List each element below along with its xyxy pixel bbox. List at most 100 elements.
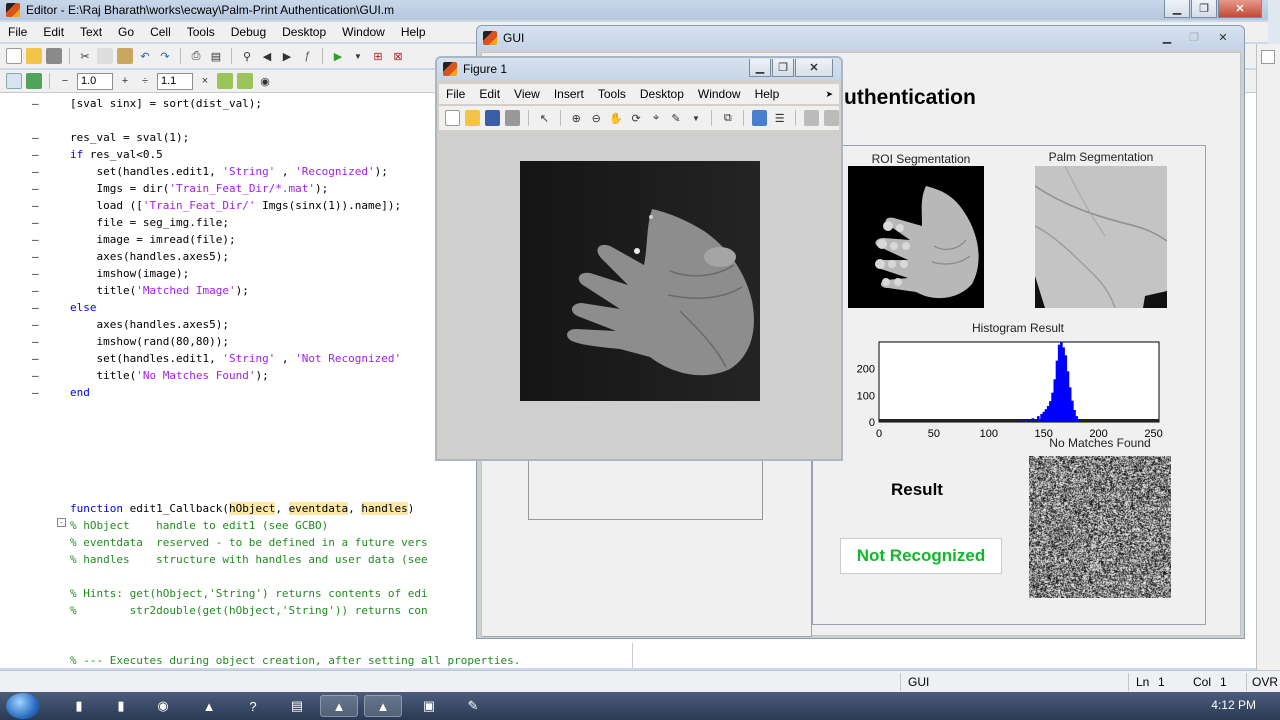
help-icon[interactable]: ◉ bbox=[257, 73, 273, 89]
open-file-icon[interactable] bbox=[465, 110, 481, 126]
find-icon[interactable]: ⚲ bbox=[239, 48, 255, 64]
breakpoint-marker[interactable]: – bbox=[32, 301, 39, 314]
new-file-icon[interactable] bbox=[6, 48, 22, 64]
start-button[interactable] bbox=[6, 693, 40, 719]
increment-button[interactable]: + bbox=[117, 73, 133, 89]
paste-icon[interactable] bbox=[117, 48, 133, 64]
zoom-out-icon[interactable]: ⊖ bbox=[589, 110, 604, 126]
decrement-button[interactable]: − bbox=[57, 73, 73, 89]
fig-menu-insert[interactable]: Insert bbox=[547, 87, 591, 101]
undo-icon[interactable]: ↶ bbox=[137, 48, 153, 64]
edit-plot-icon[interactable]: ↖ bbox=[537, 110, 552, 126]
close-button[interactable]: ✕ bbox=[1218, 0, 1262, 18]
cell-action-icon-2[interactable] bbox=[237, 73, 253, 89]
print-options-icon[interactable]: ▤ bbox=[208, 48, 224, 64]
cell-action-icon-1[interactable] bbox=[217, 73, 233, 89]
breakpoint-marker[interactable]: – bbox=[32, 148, 39, 161]
breakpoint-marker[interactable]: – bbox=[32, 267, 39, 280]
breakpoint-marker[interactable]: – bbox=[32, 250, 39, 263]
breakpoint-marker[interactable]: – bbox=[32, 216, 39, 229]
colorbar-icon[interactable] bbox=[752, 110, 768, 126]
taskbar-pdf-icon[interactable]: ▣ bbox=[410, 695, 448, 717]
save-icon[interactable] bbox=[46, 48, 62, 64]
result-textbox[interactable]: Not Recognized bbox=[840, 538, 1002, 574]
data-cursor-icon[interactable]: ⌖ bbox=[649, 110, 664, 126]
divide-button[interactable]: ÷ bbox=[137, 73, 153, 89]
taskbar-chrome-icon[interactable]: ◉ bbox=[144, 695, 182, 717]
cell-value-input-1[interactable]: 1.0 bbox=[77, 72, 113, 90]
fig-menu-file[interactable]: File bbox=[439, 87, 472, 101]
taskbar-paint-icon[interactable]: ✎ bbox=[454, 695, 492, 717]
breakpoint-marker[interactable]: – bbox=[32, 335, 39, 348]
dock-icon[interactable] bbox=[1261, 50, 1275, 64]
breakpoint-marker[interactable]: – bbox=[32, 165, 39, 178]
brush-dropdown-icon[interactable]: ▼ bbox=[688, 110, 703, 126]
menu-file[interactable]: File bbox=[0, 25, 35, 39]
fig-menu-help[interactable]: Help bbox=[748, 87, 787, 101]
gui-titlebar[interactable]: GUI bbox=[477, 26, 1244, 50]
cut-icon[interactable]: ✂ bbox=[77, 48, 93, 64]
function-icon[interactable]: ƒ bbox=[299, 48, 315, 64]
run-dropdown-icon[interactable]: ▼ bbox=[350, 48, 366, 64]
back-icon[interactable]: ◀ bbox=[259, 48, 275, 64]
multiply-button[interactable]: × bbox=[197, 73, 213, 89]
maximize-button[interactable]: ❐ bbox=[1181, 28, 1207, 46]
open-folder-icon[interactable] bbox=[26, 48, 42, 64]
close-button[interactable]: ✕ bbox=[795, 59, 833, 77]
run-icon[interactable]: ▶ bbox=[330, 48, 346, 64]
taskbar-folder-icon[interactable]: ▮ bbox=[102, 695, 140, 717]
menu-debug[interactable]: Debug bbox=[223, 25, 274, 39]
copy-icon[interactable] bbox=[97, 48, 113, 64]
hide-tools-icon[interactable] bbox=[804, 110, 820, 126]
close-button[interactable]: ✕ bbox=[1208, 28, 1238, 46]
cell-mode-icon[interactable] bbox=[6, 73, 22, 89]
print-figure-icon[interactable] bbox=[504, 110, 520, 126]
taskbar-app-icon[interactable]: ▲ bbox=[190, 695, 228, 717]
breakpoint-marker[interactable]: – bbox=[32, 386, 39, 399]
menu-arrow-icon[interactable]: ➤ bbox=[825, 89, 833, 100]
editor-titlebar[interactable]: Editor - E:\Raj Bharath\works\ecway\Palm… bbox=[0, 0, 1268, 20]
taskbar-matlab-icon[interactable]: ▲ bbox=[320, 695, 358, 717]
legend-icon[interactable]: ☰ bbox=[772, 110, 787, 126]
minimize-button[interactable]: ▁ bbox=[1164, 0, 1190, 18]
breakpoint-marker[interactable]: – bbox=[32, 352, 39, 365]
breakpoint-marker[interactable]: – bbox=[32, 199, 39, 212]
zoom-in-icon[interactable]: ⊕ bbox=[569, 110, 584, 126]
maximize-button[interactable]: ❐ bbox=[1191, 0, 1217, 18]
fig-menu-desktop[interactable]: Desktop bbox=[633, 87, 691, 101]
cell-value-input-2[interactable]: 1.1 bbox=[157, 72, 193, 90]
breakpoint-marker[interactable]: – bbox=[32, 318, 39, 331]
redo-icon[interactable]: ↷ bbox=[157, 48, 173, 64]
fig-menu-view[interactable]: View bbox=[507, 87, 547, 101]
breakpoint-marker[interactable]: – bbox=[32, 97, 39, 110]
menu-help[interactable]: Help bbox=[393, 25, 434, 39]
minimize-button[interactable]: ▁ bbox=[749, 59, 771, 77]
save-figure-icon[interactable] bbox=[485, 110, 500, 126]
show-tools-icon[interactable] bbox=[824, 110, 840, 126]
taskbar-help-icon[interactable]: ? bbox=[234, 695, 272, 717]
new-figure-icon[interactable] bbox=[445, 110, 461, 126]
fig-menu-tools[interactable]: Tools bbox=[591, 87, 633, 101]
fold-toggle-icon[interactable]: - bbox=[57, 518, 66, 527]
taskbar-explorer-icon[interactable]: ▮ bbox=[60, 695, 98, 717]
brush-icon[interactable]: ✎ bbox=[669, 110, 684, 126]
menu-edit[interactable]: Edit bbox=[35, 25, 72, 39]
menu-text[interactable]: Text bbox=[72, 25, 110, 39]
breakpoint-icon[interactable]: ⊞ bbox=[370, 48, 386, 64]
taskbar-matlab-editor-icon[interactable]: ▲ bbox=[364, 695, 402, 717]
rotate-icon[interactable]: ⟳ bbox=[629, 110, 644, 126]
menu-go[interactable]: Go bbox=[110, 25, 142, 39]
menu-tools[interactable]: Tools bbox=[179, 25, 223, 39]
print-icon[interactable]: ⎙ bbox=[188, 48, 204, 64]
eval-cell-icon[interactable] bbox=[26, 73, 42, 89]
forward-icon[interactable]: ▶ bbox=[279, 48, 295, 64]
link-plot-icon[interactable]: ⧉ bbox=[720, 110, 735, 126]
pan-icon[interactable]: ✋ bbox=[609, 110, 624, 126]
menu-window[interactable]: Window bbox=[334, 25, 393, 39]
breakpoint-marker[interactable]: – bbox=[32, 369, 39, 382]
menu-cell[interactable]: Cell bbox=[142, 25, 179, 39]
fig-menu-window[interactable]: Window bbox=[691, 87, 748, 101]
maximize-button[interactable]: ❐ bbox=[772, 59, 794, 77]
breakpoint-marker[interactable]: – bbox=[32, 284, 39, 297]
clear-breakpoints-icon[interactable]: ⊠ bbox=[390, 48, 406, 64]
